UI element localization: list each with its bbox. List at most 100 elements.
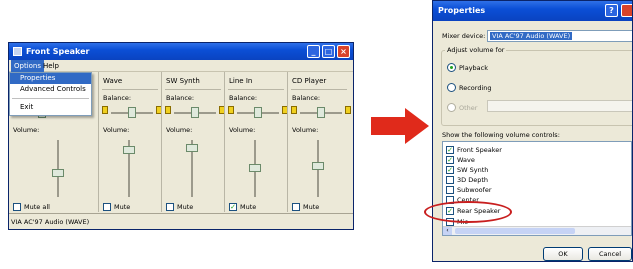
title-bar[interactable]: Front Speaker _ □ × xyxy=(9,43,353,60)
radio-playback[interactable]: Playback xyxy=(447,63,488,72)
column-title: Line In xyxy=(229,77,253,85)
title-bar[interactable]: Properties ? xyxy=(433,1,632,21)
balance-slider[interactable] xyxy=(237,107,279,118)
options-dropdown-menu: Properties Advanced Controls Exit xyxy=(9,72,92,116)
balance-knob[interactable] xyxy=(191,107,199,118)
dialog-title: Properties xyxy=(438,6,486,15)
balance-knob[interactable] xyxy=(317,107,325,118)
list-item-front-speaker[interactable]: ✓ Front Speaker xyxy=(446,145,502,155)
checkbox-box[interactable] xyxy=(446,176,454,184)
volume-label: Volume: xyxy=(103,126,130,134)
mute-checkbox[interactable]: Mute xyxy=(292,203,319,211)
checkbox-box[interactable] xyxy=(103,203,111,211)
other-device-select[interactable] xyxy=(487,100,632,112)
speaker-right-icon xyxy=(345,106,351,114)
column-title: CD Player xyxy=(292,77,327,85)
adjust-volume-label: Adjust volume for xyxy=(445,46,507,54)
checkbox-box[interactable] xyxy=(446,186,454,194)
mute-all-checkbox[interactable]: Mute all xyxy=(13,203,50,211)
radio-dot-selected[interactable] xyxy=(447,63,456,72)
speaker-left-icon xyxy=(102,106,108,114)
list-item-sw-synth[interactable]: ✓ SW Synth xyxy=(446,165,488,175)
menu-help[interactable]: Help xyxy=(40,60,62,72)
menu-item-exit[interactable]: Exit xyxy=(10,102,91,113)
checkbox-box-checked[interactable]: ✓ xyxy=(446,146,454,154)
speaker-app-icon xyxy=(13,47,22,56)
mixer-device-select[interactable]: VIA AC'97 Audio (WAVE) xyxy=(487,30,632,42)
volume-slider[interactable] xyxy=(52,140,64,197)
close-icon[interactable]: × xyxy=(337,45,350,58)
mute-checkbox[interactable]: Mute xyxy=(166,203,193,211)
volume-knob[interactable] xyxy=(52,169,64,177)
speaker-left-icon xyxy=(291,106,297,114)
balance-slider[interactable] xyxy=(111,107,153,118)
scroll-thumb[interactable] xyxy=(455,228,575,234)
volume-label: Volume: xyxy=(229,126,256,134)
mixer-device-value: VIA AC'97 Audio (WAVE) xyxy=(490,32,573,40)
balance-slider[interactable] xyxy=(174,107,216,118)
checkbox-box-checked[interactable]: ✓ xyxy=(446,166,454,174)
checkbox-box-checked[interactable]: ✓ xyxy=(229,203,237,211)
radio-other[interactable]: Other xyxy=(447,103,477,112)
volume-knob[interactable] xyxy=(123,146,135,154)
scroll-left-icon[interactable]: ‹ xyxy=(443,227,452,235)
mixer-column-sw-synth: SW Synth Balance: Volume: Mute xyxy=(161,72,225,212)
volume-label: Volume: xyxy=(13,126,40,134)
radio-recording[interactable]: Recording xyxy=(447,83,492,92)
menu-item-properties[interactable]: Properties xyxy=(10,73,91,84)
menu-item-advanced-controls[interactable]: Advanced Controls xyxy=(10,84,91,95)
column-title: SW Synth xyxy=(166,77,200,85)
speaker-left-icon xyxy=(165,106,171,114)
menu-separator xyxy=(12,98,89,99)
balance-knob[interactable] xyxy=(254,107,262,118)
show-controls-label: Show the following volume controls: xyxy=(442,131,560,139)
highlight-oval xyxy=(424,201,512,223)
mixer-column-line-in: Line In Balance: Volume: ✓ Mute xyxy=(224,72,288,212)
speaker-left-icon xyxy=(228,106,234,114)
volume-slider[interactable] xyxy=(123,140,135,197)
volume-slider[interactable] xyxy=(312,140,324,197)
mute-checkbox[interactable]: Mute xyxy=(103,203,130,211)
right-arrow-icon xyxy=(371,108,429,144)
volume-knob[interactable] xyxy=(186,144,198,152)
balance-knob[interactable] xyxy=(128,107,136,118)
mixer-column-wave: Wave Balance: Volume: Mute xyxy=(98,72,162,212)
divider xyxy=(102,89,158,90)
volume-slider[interactable] xyxy=(249,140,261,197)
radio-dot[interactable] xyxy=(447,83,456,92)
volume-knob[interactable] xyxy=(312,162,324,170)
balance-label: Balance: xyxy=(229,94,258,102)
radio-dot-disabled[interactable] xyxy=(447,103,456,112)
ok-button[interactable]: OK xyxy=(543,247,583,261)
balance-label: Balance: xyxy=(103,94,132,102)
status-bar: VIA AC'97 Audio (WAVE) xyxy=(9,213,353,229)
help-icon[interactable]: ? xyxy=(605,4,618,17)
checkbox-box[interactable] xyxy=(13,203,21,211)
balance-label: Balance: xyxy=(166,94,195,102)
maximize-icon[interactable]: □ xyxy=(322,45,335,58)
column-title: Wave xyxy=(103,77,123,85)
checkbox-box-checked[interactable]: ✓ xyxy=(446,156,454,164)
mixer-column-cd-player: CD Player Balance: Volume: Mute xyxy=(287,72,351,212)
window-title: Front Speaker xyxy=(26,47,90,56)
list-item-wave[interactable]: ✓ Wave xyxy=(446,155,475,165)
mixer-device-label: Mixer device: xyxy=(442,32,486,40)
volume-control-window: Front Speaker _ □ × Options Help Volume:… xyxy=(8,42,354,230)
volume-label: Volume: xyxy=(292,126,319,134)
close-icon[interactable] xyxy=(621,4,632,17)
volume-knob[interactable] xyxy=(249,164,261,172)
checkbox-box[interactable] xyxy=(292,203,300,211)
horizontal-scrollbar[interactable]: ‹ xyxy=(443,226,631,235)
mute-checkbox[interactable]: ✓ Mute xyxy=(229,203,256,211)
balance-label: Balance: xyxy=(292,94,321,102)
checkbox-box[interactable] xyxy=(166,203,174,211)
list-item-3d-depth[interactable]: 3D Depth xyxy=(446,175,488,185)
balance-slider[interactable] xyxy=(300,107,342,118)
volume-label: Volume: xyxy=(166,126,193,134)
divider xyxy=(291,89,347,90)
minimize-icon[interactable]: _ xyxy=(307,45,320,58)
list-item-subwoofer[interactable]: Subwoofer xyxy=(446,185,492,195)
volume-slider[interactable] xyxy=(186,140,198,197)
cancel-button[interactable]: Cancel xyxy=(588,247,632,261)
divider xyxy=(228,89,284,90)
